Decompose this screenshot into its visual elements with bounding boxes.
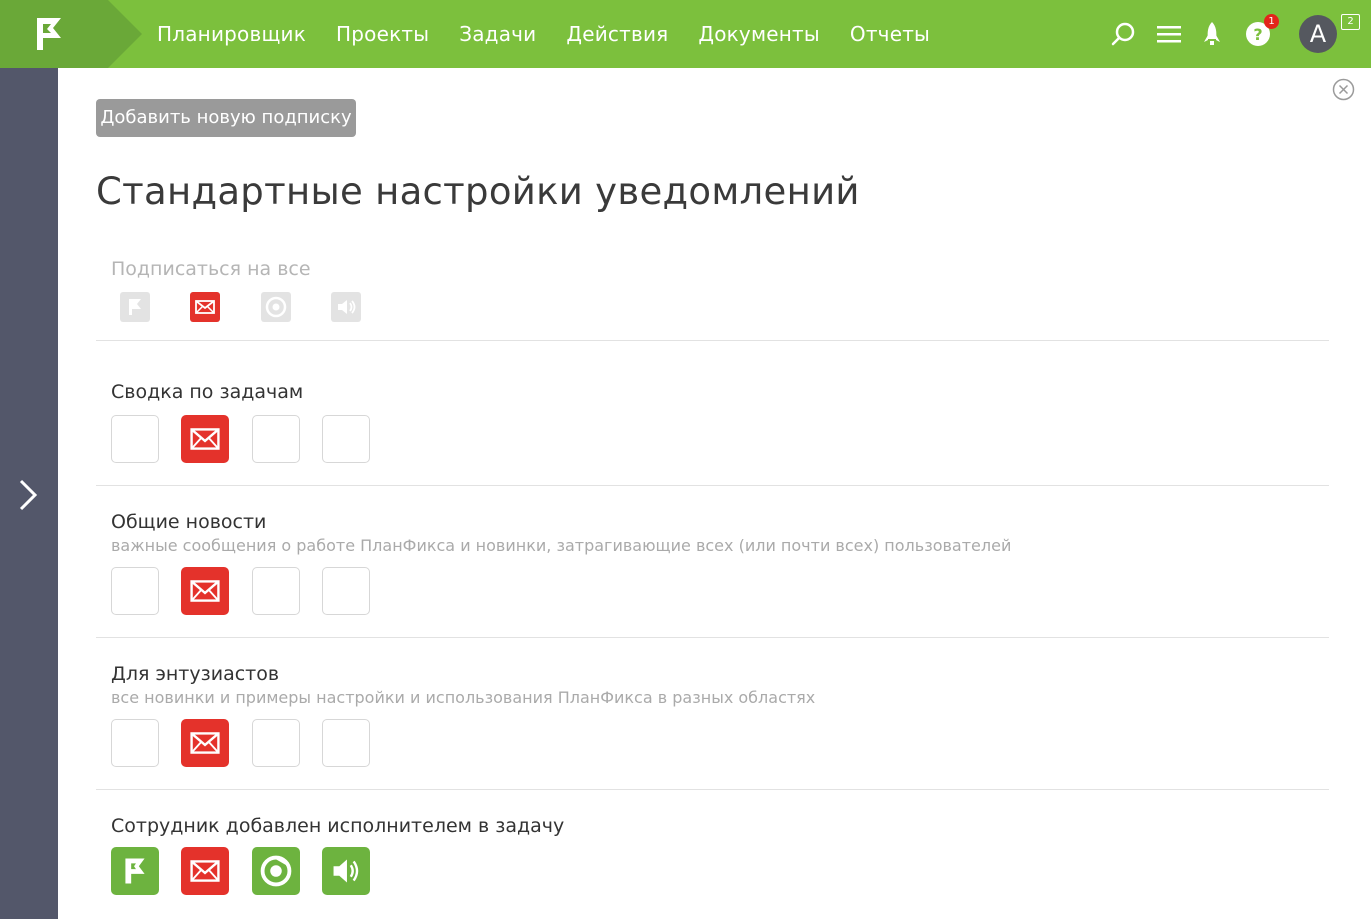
general-news-browser-checkbox[interactable] (252, 567, 300, 615)
chevron-right-icon[interactable] (16, 475, 40, 515)
nav-item-tasks[interactable]: Задачи (459, 22, 536, 46)
general-news-planfix-checkbox[interactable] (111, 567, 159, 615)
page-title: Стандартные настройки уведомлений (96, 170, 860, 213)
divider (96, 340, 1329, 341)
nav-item-projects[interactable]: Проекты (336, 22, 429, 46)
browser-icon (265, 296, 287, 318)
sound-icon (333, 859, 359, 883)
subscribe-all-browser-toggle[interactable] (261, 292, 291, 322)
nav-item-documents[interactable]: Документы (698, 22, 820, 46)
assigned-executor-planfix-checkbox[interactable] (111, 847, 159, 895)
subscribe-all-email-toggle[interactable] (190, 292, 220, 322)
section-title-enthusiasts: Для энтузиастов (111, 663, 280, 685)
divider (96, 789, 1329, 790)
enthusiasts-browser-checkbox[interactable] (252, 719, 300, 767)
nav-item-reports[interactable]: Отчеты (850, 22, 930, 46)
sidebar (0, 68, 58, 919)
section-subtitle-general-news: важные сообщения о работе ПланФикса и но… (111, 536, 1012, 555)
divider (96, 637, 1329, 638)
menu-icon[interactable] (1155, 20, 1183, 48)
enthusiasts-sound-checkbox[interactable] (322, 719, 370, 767)
email-icon (190, 580, 220, 602)
flag-icon (129, 299, 141, 315)
rocket-icon[interactable] (1198, 20, 1226, 48)
divider (96, 485, 1329, 486)
avatar[interactable]: A (1299, 15, 1337, 53)
logo-flag-icon (37, 18, 61, 50)
close-icon[interactable] (1332, 78, 1355, 101)
nav-item-planner[interactable]: Планировщик (157, 22, 306, 46)
assigned-executor-sound-checkbox[interactable] (322, 847, 370, 895)
email-icon (190, 860, 220, 882)
main-nav: Планировщик Проекты Задачи Действия Доку… (157, 0, 960, 68)
add-subscription-button[interactable]: Добавить новую подписку (96, 99, 356, 137)
subscribe-all-sound-toggle[interactable] (331, 292, 361, 322)
general-news-email-checkbox[interactable] (181, 567, 229, 615)
email-icon (190, 732, 220, 754)
subscribe-all-planfix-toggle[interactable] (120, 292, 150, 322)
section-title-general-news: Общие новости (111, 511, 267, 533)
top-bar: Планировщик Проекты Задачи Действия Доку… (0, 0, 1371, 68)
assigned-executor-email-checkbox[interactable] (181, 847, 229, 895)
task-summary-sound-checkbox[interactable] (322, 415, 370, 463)
browser-icon (260, 855, 292, 887)
subscribe-all-label: Подписаться на все (111, 258, 311, 280)
section-title-assigned-executor: Сотрудник добавлен исполнителем в задачу (111, 815, 565, 837)
flag-icon (125, 858, 145, 884)
email-icon (190, 428, 220, 450)
logo[interactable] (0, 0, 108, 68)
enthusiasts-email-checkbox[interactable] (181, 719, 229, 767)
search-icon[interactable] (1110, 20, 1138, 48)
svg-text:?: ? (1253, 25, 1262, 44)
sound-icon (338, 300, 356, 314)
general-news-sound-checkbox[interactable] (322, 567, 370, 615)
section-title-task-summary: Сводка по задачам (111, 381, 304, 403)
task-summary-browser-checkbox[interactable] (252, 415, 300, 463)
account-count-badge[interactable]: 2 (1341, 14, 1360, 30)
assigned-executor-browser-checkbox[interactable] (252, 847, 300, 895)
enthusiasts-planfix-checkbox[interactable] (111, 719, 159, 767)
section-subtitle-enthusiasts: все новинки и примеры настройки и исполь… (111, 688, 816, 707)
task-summary-planfix-checkbox[interactable] (111, 415, 159, 463)
logo-arrow (108, 0, 142, 68)
nav-item-actions[interactable]: Действия (566, 22, 668, 46)
task-summary-email-checkbox[interactable] (181, 415, 229, 463)
help-badge: 1 (1264, 14, 1279, 29)
email-icon (195, 300, 215, 314)
